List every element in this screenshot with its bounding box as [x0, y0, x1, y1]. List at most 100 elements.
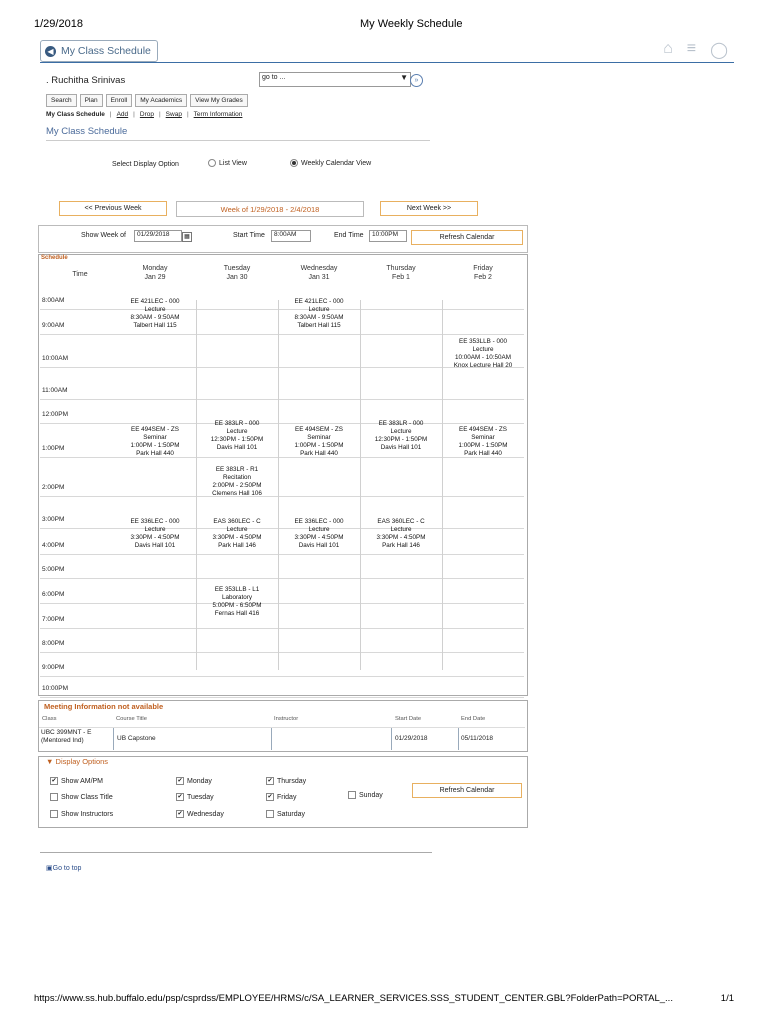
grid-hour-line	[40, 496, 524, 497]
class-event[interactable]: EE 383LR - 000 Lecture 12:30PM - 1:50PM Dav…	[196, 420, 278, 452]
subnav-add-link[interactable]: Add	[117, 111, 129, 118]
week-range: Week of 1/29/2018 - 2/4/2018	[176, 201, 364, 217]
day-header-tuesday: Tuesday Jan 30	[196, 264, 278, 282]
class-event[interactable]: EE 353LLB - 000 Lecture 10:00AM - 10:50AM K…	[442, 338, 524, 370]
class-event[interactable]: EE 353LLB - L1 Laboratory 5:00PM - 6:50PM F…	[196, 586, 278, 618]
display-options-title[interactable]: ▼ Display Options	[46, 757, 108, 766]
page-url: https://www.ss.hub.buffalo.edu/psp/csprd…	[34, 993, 673, 1004]
event-line: Laboratory	[221, 594, 253, 601]
home-icon[interactable]: ⌂	[663, 40, 673, 60]
class-event[interactable]: EE 383LR - R1 Recitation 2:00PM - 2:50PM Cl…	[196, 466, 278, 498]
event-line: 1:00PM - 1:50PM	[294, 442, 344, 449]
nav-plan-button[interactable]: Plan	[79, 94, 103, 107]
subnav-my-class-schedule: My Class Schedule	[46, 111, 105, 118]
checkbox-empty-icon	[348, 791, 356, 799]
refresh-calendar-button[interactable]: Refresh Calendar	[411, 230, 523, 245]
nav-enroll-button[interactable]: Enroll	[105, 94, 133, 107]
checkbox-label: Friday	[277, 793, 297, 801]
grid-hour-line	[40, 628, 524, 629]
event-line: Park Hall 146	[218, 542, 256, 549]
event-line: Seminar	[143, 434, 167, 441]
back-button[interactable]: ◀ My Class Schedule	[40, 40, 158, 62]
day-date: Feb 2	[474, 274, 492, 281]
subnav-drop-link[interactable]: Drop	[140, 111, 154, 118]
class-event[interactable]: EE 421LEC - 000 Lecture 8:30AM - 9:50AM Tal…	[278, 298, 360, 330]
menu-icon[interactable]: ≡	[687, 40, 696, 60]
time-label: 7:00PM	[42, 616, 65, 623]
class-event[interactable]: EE 494SEM - ZS Seminar 1:00PM - 1:50PM Park…	[278, 426, 360, 458]
navbar-icon[interactable]: ◯	[710, 40, 728, 60]
event-line: 3:30PM - 4:50PM	[130, 534, 180, 541]
weekly-view-radio[interactable]: Weekly Calendar View	[290, 159, 371, 167]
event-line: Davis Hall 101	[380, 444, 422, 451]
sub-nav: My Class Schedule | Add | Drop | Swap | Term…	[46, 111, 243, 118]
grid-day-line	[278, 300, 279, 670]
event-line: Seminar	[471, 434, 495, 441]
radio-selected-icon	[290, 159, 298, 167]
checkbox-show-am-pm[interactable]: ✔ Show AM/PM	[50, 777, 103, 785]
checkbox-checked-icon: ✔	[176, 793, 184, 801]
checkbox-tuesday[interactable]: ✔ Tuesday	[176, 793, 214, 801]
nav-my-academics-button[interactable]: My Academics	[135, 94, 188, 107]
event-line: Lecture	[144, 526, 166, 533]
class-event[interactable]: EE 421LEC - 000 Lecture 8:30AM - 9:50AM Tal…	[114, 298, 196, 330]
goto-select[interactable]: go to ... ▼	[259, 72, 411, 87]
event-line: EAS 360LEC - C	[377, 518, 425, 525]
print-title: My Weekly Schedule	[360, 18, 463, 30]
class-event[interactable]: EE 336LEC - 000 Lecture 3:30PM - 4:50PM Dav…	[278, 518, 360, 550]
start-time-input[interactable]: 8:00AM	[271, 230, 311, 242]
end-time-input[interactable]: 10:00PM	[369, 230, 407, 242]
day-date: Jan 29	[144, 274, 166, 281]
time-label: 9:00AM	[42, 322, 65, 329]
checkbox-show-instructors[interactable]: Show Instructors	[50, 810, 113, 818]
time-label: 10:00PM	[42, 685, 69, 692]
calendar-icon[interactable]: ▦	[182, 232, 192, 242]
display-options-title-label: Display Options	[55, 757, 109, 766]
goto-go-button[interactable]: »	[410, 74, 423, 87]
event-line: EE 383LR - 000	[378, 420, 424, 427]
event-line: 10:00AM - 10:50AM	[454, 354, 511, 361]
event-line: Lecture	[472, 346, 494, 353]
checkbox-label: Show AM/PM	[61, 777, 104, 785]
nav-search-button[interactable]: Search	[46, 94, 77, 107]
previous-week-button[interactable]: << Previous Week	[59, 201, 167, 216]
list-view-radio[interactable]: List View	[208, 159, 247, 167]
subnav-swap-link[interactable]: Swap	[166, 111, 182, 118]
checkbox-monday[interactable]: ✔ Monday	[176, 777, 212, 785]
class-event[interactable]: EE 494SEM - ZS Seminar 1:00PM - 1:50PM Park…	[114, 426, 196, 458]
event-line: 8:30AM - 9:50AM	[130, 314, 180, 321]
subnav-term-info-link[interactable]: Term Information	[194, 111, 243, 118]
go-to-top-link[interactable]: ▣Go to top	[46, 864, 81, 872]
event-line: EE 494SEM - ZS	[459, 426, 507, 433]
header-rule	[40, 62, 734, 63]
checkbox-friday[interactable]: ✔ Friday	[266, 793, 296, 801]
checkbox-thursday[interactable]: ✔ Thursday	[266, 777, 306, 785]
time-label: 10:00AM	[42, 355, 69, 362]
class-event[interactable]: EAS 360LEC - C Lecture 3:30PM - 4:50PM Park…	[360, 518, 442, 550]
checkbox-saturday[interactable]: Saturday	[266, 810, 305, 818]
col-header-instructor: Instructor	[274, 716, 299, 722]
class-event[interactable]: EE 383LR - 000 Lecture 12:30PM - 1:50PM Dav…	[360, 420, 442, 452]
checkbox-checked-icon: ✔	[176, 810, 184, 818]
show-week-input[interactable]: 01/29/2018	[134, 230, 182, 242]
refresh-calendar-button-bottom[interactable]: Refresh Calendar	[412, 783, 522, 798]
checkbox-empty-icon	[266, 810, 274, 818]
checkbox-show-class-title[interactable]: Show Class Title	[50, 793, 113, 801]
nav-view-grades-button[interactable]: View My Grades	[190, 94, 248, 107]
col-header-end-date: End Date	[461, 716, 486, 722]
student-name: . Ruchitha Srinivas	[46, 75, 126, 86]
next-week-button[interactable]: Next Week >>	[380, 201, 478, 216]
day-header-friday: Friday Feb 2	[442, 264, 524, 282]
footer-rule	[40, 852, 432, 853]
class-event[interactable]: EE 336LEC - 000 Lecture 3:30PM - 4:50PM Dav…	[114, 518, 196, 550]
time-label: 5:00PM	[42, 566, 65, 573]
event-line: EE 421LEC - 000	[130, 298, 180, 305]
class-event[interactable]: EAS 360LEC - C Lecture 3:30PM - 4:50PM Park…	[196, 518, 278, 550]
event-line: EE 383LR - R1	[215, 466, 259, 473]
checkbox-wednesday[interactable]: ✔ Wednesday	[176, 810, 224, 818]
grid-hour-line	[40, 399, 524, 400]
event-line: Davis Hall 101	[298, 542, 340, 549]
checkbox-sunday[interactable]: Sunday	[348, 791, 383, 799]
class-event[interactable]: EE 494SEM - ZS Seminar 1:00PM - 1:50PM Park…	[442, 426, 524, 458]
checkbox-label: Show Instructors	[61, 810, 114, 818]
